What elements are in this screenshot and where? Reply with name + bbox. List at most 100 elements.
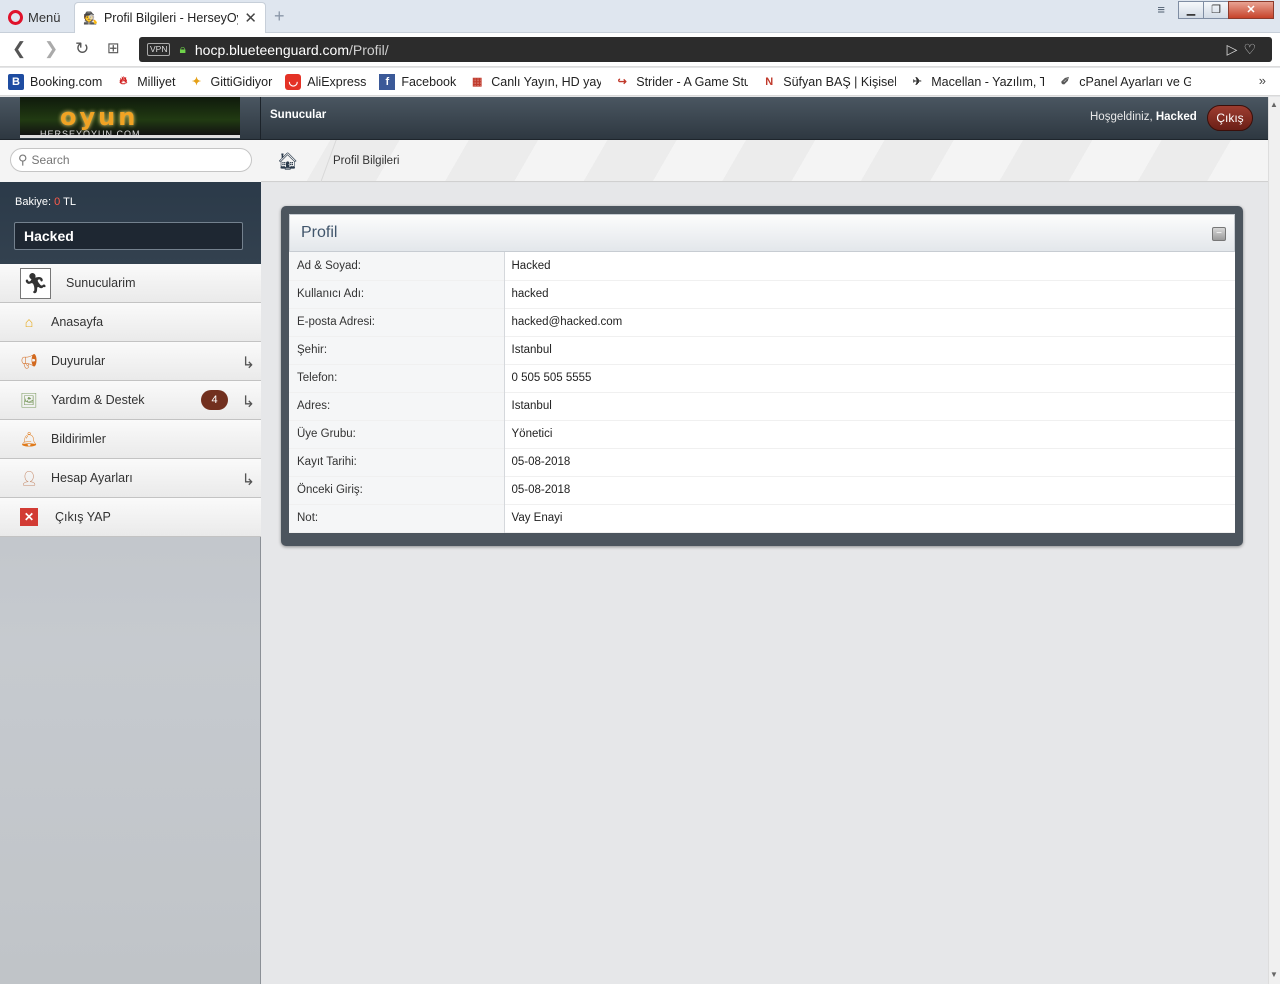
welcome-prefix: Hoşgeldiniz,: [1090, 111, 1153, 123]
new-tab-icon[interactable]: +: [274, 7, 285, 25]
breadcrumb-separator: [301, 140, 337, 182]
collapse-icon[interactable]: −: [1212, 227, 1226, 241]
bookmark-label: Milliyet: [137, 74, 176, 89]
site-logo[interactable]: oyun HERSEYOYUN.COM: [20, 97, 240, 138]
page-scrollbar[interactable]: [1268, 97, 1280, 984]
profile-panel: Profil − Ad & Soyad: Hacked Kullanıcı Adı…: [281, 206, 1243, 546]
more-bookmarks-icon[interactable]: »: [1259, 73, 1266, 88]
sidebar-item-label: Anasayfa: [51, 315, 104, 329]
bookmark-label: GittiGidiyor: [210, 74, 273, 89]
sidebar-item-sunucularim[interactable]: 🏃︎ Sunucularim: [0, 264, 261, 303]
speed-dial-icon[interactable]: ⊞: [107, 39, 120, 59]
logo-text: oyun: [60, 103, 139, 131]
macellan-icon: ✈︎: [912, 76, 922, 88]
search-input[interactable]: [31, 153, 232, 167]
booking-icon: B: [8, 73, 24, 90]
field-value: Vay Enayi: [511, 512, 563, 524]
table-row: Şehir: Istanbul: [289, 336, 1235, 364]
bookmarks-bar: B Booking.com 🔥︎ Milliyet ✦ GittiGidiyor ◡ A…: [0, 68, 1280, 96]
table-row: Ad & Soyad: Hacked: [289, 252, 1235, 280]
sidebar-item-anasayfa[interactable]: ⌂ Anasayfa: [0, 303, 261, 342]
sidebar-item-bildirimler[interactable]: 🔔︎ Bildirimler: [0, 420, 261, 459]
window-close-button[interactable]: ✕: [1228, 0, 1274, 19]
sufyan-icon: N: [765, 75, 774, 88]
panel-title: Profil: [301, 224, 338, 241]
sidebar-menu: 🏃︎ Sunucularim ⌂ Anasayfa 📢︎ Duyurular ↳…: [0, 264, 261, 537]
sidebar-item-label: Sunucularim: [66, 276, 136, 290]
field-value: 0 505 505 5555: [511, 372, 592, 384]
scroll-down-icon[interactable]: ▼: [1270, 970, 1278, 979]
bookmark-item[interactable]: ▦ Canlı Yayın, HD yayın: [469, 74, 601, 90]
browser-tab-active[interactable]: 🕵 Profil Bilgileri - HerseyOyun ✕: [74, 2, 266, 33]
cpanel-icon: ✐: [1060, 76, 1070, 88]
sidebar-item-label: Çıkış YAP: [55, 510, 111, 524]
panel-header: Profil −: [289, 214, 1235, 252]
expand-arrow-icon[interactable]: ↳: [242, 353, 255, 373]
close-icon: ✕: [20, 508, 38, 526]
sidebar-item-hesap-ayarlari[interactable]: 👤︎ Hesap Ayarları ↳: [0, 459, 261, 498]
forward-icon[interactable]: ❯: [44, 39, 58, 59]
expand-arrow-icon[interactable]: ↳: [242, 392, 255, 412]
megaphone-icon: 📢︎: [20, 352, 38, 369]
bookmark-label: Booking.com: [30, 74, 103, 89]
sidebar-item-label: Duyurular: [51, 354, 106, 368]
vpn-badge[interactable]: VPN: [147, 43, 171, 56]
browser-navbar: ❮ ❯ ↻ ⊞ VPN 🔒︎ hocp.blueteenguard.com/Pr…: [0, 33, 1280, 67]
tab-close-icon[interactable]: ✕: [244, 9, 257, 27]
address-bar[interactable]: VPN 🔒︎ hocp.blueteenguard.com/Profil/ ▷♡: [139, 37, 1272, 62]
expand-arrow-icon[interactable]: ↳: [242, 470, 255, 490]
window-controls: ≡ ▁ ❐ ✕: [1157, 0, 1274, 19]
bookmark-item[interactable]: 🔥︎ Milliyet: [115, 74, 175, 90]
strider-icon: ↪: [617, 76, 627, 88]
bookmark-item[interactable]: f Facebook: [379, 73, 457, 90]
table-row: Kayıt Tarihi: 05-08-2018: [289, 448, 1235, 476]
url-path: /Profil/: [348, 41, 389, 58]
bell-icon: 🔔︎: [20, 430, 38, 447]
field-value: Yönetici: [511, 428, 553, 440]
field-value: 05-08-2018: [511, 456, 571, 468]
bookmark-item[interactable]: ◡ AliExpress: [285, 73, 367, 90]
bookmark-item[interactable]: ✈︎ Macellan - Yazılım, Te: [909, 74, 1045, 90]
bookmark-item[interactable]: ✐ cPanel Ayarları ve Gü: [1057, 74, 1192, 90]
nav-link-sunucular[interactable]: Sunucular: [270, 109, 326, 121]
field-label: Adres:: [289, 392, 505, 420]
bookmark-item[interactable]: N Süfyan BAŞ | Kişisel w: [761, 74, 896, 90]
logout-button[interactable]: Çıkış: [1207, 105, 1253, 131]
opera-menu-button[interactable]: Menü: [8, 7, 61, 27]
sidebar-item-duyurular[interactable]: 📢︎ Duyurular ↳: [0, 342, 261, 381]
bookmark-item[interactable]: ↪ Strider - A Game Stud: [614, 74, 749, 90]
lock-icon[interactable]: 🔒︎: [179, 42, 185, 57]
minimize-button[interactable]: ▁: [1178, 0, 1204, 19]
welcome-text: Hoşgeldiniz, Hacked: [1090, 111, 1197, 123]
field-value: 05-08-2018: [511, 484, 571, 496]
sidebar: ⚲ Bakiye: 0 TL Hacked 🏃︎ Sunucularim ⌂ A…: [0, 140, 261, 984]
browser-titlebar: Menü 🕵 Profil Bilgileri - HerseyOyun ✕ +…: [0, 0, 1280, 33]
sidebar-item-yardim-destek[interactable]: 🖼︎ Yardım & Destek 4 ↳: [0, 381, 261, 420]
search-box[interactable]: ⚲: [10, 148, 252, 172]
aliexpress-icon: ◡: [285, 73, 302, 90]
back-icon[interactable]: ❮: [12, 39, 26, 59]
bookmark-label: Facebook: [401, 74, 457, 89]
canli-yayin-icon: ▦: [472, 76, 483, 88]
welcome-user: Hacked: [1155, 111, 1197, 123]
account-summary: Bakiye: 0 TL Hacked: [0, 182, 261, 264]
table-row: Telefon: 0 505 505 5555: [289, 364, 1235, 392]
url-host: hocp.blueteenguard.com: [194, 41, 349, 58]
opera-logo-icon: [8, 9, 23, 25]
send-and-heart-icons[interactable]: ▷♡: [1227, 41, 1262, 58]
home-icon[interactable]: 🏠︎: [277, 152, 299, 172]
bookmark-item[interactable]: ✦ GittiGidiyor: [188, 74, 272, 90]
table-row: Adres: Istanbul: [289, 392, 1235, 420]
scroll-up-icon[interactable]: ▲: [1270, 100, 1278, 109]
sidebar-item-cikis-yap[interactable]: ✕ Çıkış YAP: [0, 498, 261, 537]
sidebar-item-label: Yardım & Destek: [51, 393, 145, 407]
bookmark-label: AliExpress: [307, 74, 367, 89]
sidebar-item-label: Hesap Ayarları: [51, 471, 133, 485]
spy-favicon-icon: 🕵: [83, 11, 98, 25]
bookmark-item[interactable]: B Booking.com: [8, 73, 103, 90]
tab-menu-icon[interactable]: ≡: [1157, 2, 1165, 17]
reload-icon[interactable]: ↻: [75, 39, 89, 59]
restore-button[interactable]: ❐: [1203, 0, 1229, 19]
url-text[interactable]: hocp.blueteenguard.com/Profil/: [195, 42, 389, 58]
bookmark-label: cPanel Ayarları ve Gü: [1079, 74, 1192, 89]
